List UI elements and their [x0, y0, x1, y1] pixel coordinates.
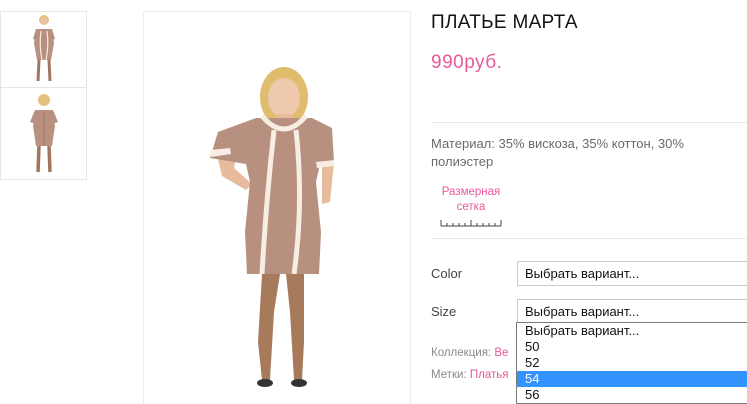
divider	[431, 238, 747, 239]
variation-row-color: Color Выбрать вариант...	[431, 261, 747, 287]
size-dropdown-list: Выбрать вариант... 50 52 54 56	[516, 322, 747, 404]
tags-label: Метки:	[431, 369, 467, 381]
thumbnail-front[interactable]	[0, 11, 87, 88]
color-label: Color	[431, 266, 463, 281]
dress-back-image	[29, 93, 58, 172]
product-title: ПЛАТЬЕ МАРТА	[431, 12, 578, 33]
divider	[431, 122, 747, 123]
thumbnail-back[interactable]	[0, 88, 87, 180]
product-tags: Метки: Платья	[431, 369, 508, 381]
color-select[interactable]: Выбрать вариант...	[517, 261, 747, 286]
main-product-image[interactable]	[143, 11, 411, 404]
ruler-icon	[440, 220, 502, 227]
product-description: Материал: 35% вискоза, 35% коттон, 30% п…	[431, 136, 684, 169]
size-option[interactable]: 50	[517, 339, 747, 355]
size-chart-label: Размерная сетка	[441, 186, 501, 213]
size-option[interactable]: Выбрать вариант...	[517, 323, 747, 339]
dress-front-image	[32, 14, 55, 81]
tag-link[interactable]: Платья	[470, 369, 509, 381]
product-price: 990руб.	[431, 52, 503, 73]
size-option-highlighted[interactable]: 54	[517, 371, 747, 387]
size-option[interactable]: 52	[517, 355, 747, 371]
size-select[interactable]: Выбрать вариант...	[517, 299, 747, 324]
collection-label: Коллекция:	[431, 347, 492, 359]
size-chart-link[interactable]: Размерная сетка	[431, 185, 511, 227]
size-label: Size	[431, 304, 457, 319]
product-collection: Коллекция: Ве	[431, 347, 508, 359]
collection-link[interactable]: Ве	[494, 347, 508, 359]
model-in-dress-image	[210, 67, 334, 387]
thumbnail-gallery	[0, 11, 88, 180]
size-option[interactable]: 56	[517, 387, 747, 403]
